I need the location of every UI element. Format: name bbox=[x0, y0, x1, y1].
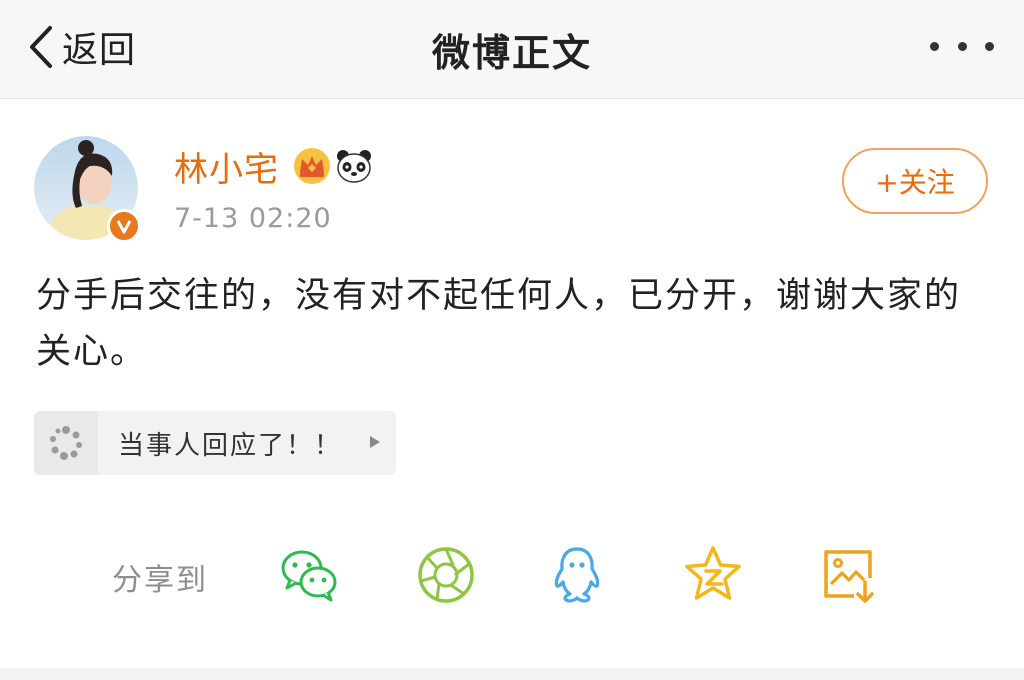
topic-loading-icon bbox=[50, 426, 82, 460]
more-dot-icon bbox=[930, 41, 939, 51]
username[interactable]: 林小宅 bbox=[174, 142, 279, 191]
qq-icon[interactable] bbox=[546, 544, 608, 606]
topic-icon-container bbox=[34, 411, 98, 475]
avatar[interactable] bbox=[34, 136, 141, 243]
save-image-icon[interactable] bbox=[818, 544, 880, 606]
topic-card[interactable]: 当事人回应了！！ bbox=[34, 411, 396, 475]
share-label: 分享到 bbox=[112, 563, 208, 598]
post-timestamp: 7-13 02:20 bbox=[174, 203, 332, 234]
page-title: 微博正文 bbox=[431, 31, 592, 75]
follow-button[interactable]: +关注 bbox=[842, 148, 988, 214]
qzone-icon[interactable] bbox=[682, 544, 744, 606]
crown-badge-icon bbox=[294, 148, 330, 184]
navigation-bar: 返回 微博正文 bbox=[0, 0, 1024, 99]
bottom-divider bbox=[0, 668, 1024, 680]
more-options-button[interactable] bbox=[930, 30, 994, 62]
wechat-icon[interactable] bbox=[278, 544, 340, 606]
panda-badge-icon bbox=[337, 150, 371, 183]
more-dot-icon bbox=[985, 41, 994, 51]
chevron-right-icon bbox=[370, 436, 380, 448]
topic-label: 当事人回应了！！ bbox=[118, 430, 343, 461]
moments-icon[interactable] bbox=[415, 544, 477, 606]
verified-badge-icon bbox=[107, 209, 141, 243]
post-text: 分手后交往的，没有对不起任何人，已分开，谢谢大家的关心。 bbox=[36, 276, 962, 372]
more-dot-icon bbox=[957, 41, 967, 51]
